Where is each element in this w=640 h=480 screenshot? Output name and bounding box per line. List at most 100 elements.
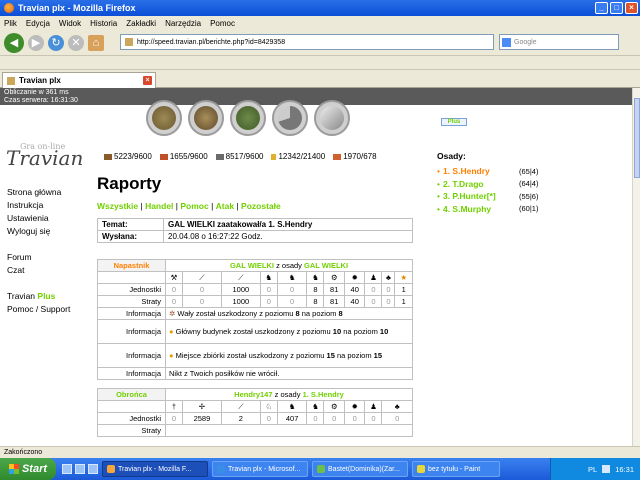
back-arrow-icon[interactable]: ◀ xyxy=(4,32,24,53)
village-name[interactable]: 1. S.Hendry xyxy=(443,165,519,178)
close-button[interactable]: × xyxy=(625,2,638,14)
filter-attack[interactable]: Atak xyxy=(216,201,234,211)
travian-logo[interactable]: Gra on-line Travian xyxy=(6,142,83,170)
attacker-units-row: Jednostki 0 0 1000 0 0 8 81 40 0 0 1 xyxy=(97,283,413,296)
task-firefox[interactable]: Travian plx - Mozilla F... xyxy=(102,461,208,477)
unit-count: 0 xyxy=(381,283,396,296)
clock: 16:31 xyxy=(615,464,634,474)
forward-arrow-icon[interactable]: ▶ xyxy=(28,34,44,51)
defender-player-link[interactable]: Hendry147 xyxy=(234,390,272,399)
maximize-button[interactable]: □ xyxy=(610,2,623,14)
firefox-icon xyxy=(107,465,115,473)
menu-file[interactable]: Plik xyxy=(4,19,17,28)
info-label: Informacja xyxy=(97,319,166,344)
menu-forum-link[interactable]: Forum xyxy=(7,251,70,264)
task-ie[interactable]: Travian plx - Microsof... xyxy=(212,461,308,477)
clay-value: 1655/9600 xyxy=(169,152,208,161)
messenger-icon xyxy=(317,465,325,473)
village-item[interactable]: • 1. S.Hendry (65|4) xyxy=(437,165,555,178)
attacker-player-link[interactable]: GAL WIELKI xyxy=(230,261,274,270)
losses-label: Straty xyxy=(97,424,166,437)
reports-icon[interactable] xyxy=(314,100,350,136)
defender-losses-row: Straty xyxy=(97,424,413,437)
search-input[interactable]: Google xyxy=(499,34,619,50)
site-favicon-icon xyxy=(125,38,133,46)
plus-button[interactable]: Plus xyxy=(441,118,467,126)
minimize-button[interactable]: _ xyxy=(595,2,608,14)
praetorian-icon: ✢ xyxy=(181,400,222,413)
iron-icon xyxy=(215,153,224,160)
village-overview-icon[interactable] xyxy=(146,100,182,136)
village-name[interactable]: 3. P.Hunter[*] xyxy=(443,190,519,203)
status-text: Zakończono xyxy=(4,449,43,456)
villages-panel: Osady: • 1. S.Hendry (65|4) • 2. T.Drago… xyxy=(437,151,555,215)
catapult-icon: ✹ xyxy=(343,271,366,284)
bookmarks-toolbar xyxy=(0,56,640,70)
loss-count: 8 xyxy=(306,295,325,308)
quick-launch-icon[interactable] xyxy=(88,464,98,474)
menu-help[interactable]: Pomoc xyxy=(210,19,235,28)
filter-other[interactable]: Pozostałe xyxy=(241,201,281,211)
menu-chat-link[interactable]: Czat xyxy=(7,264,70,277)
menu-view[interactable]: Widok xyxy=(59,19,81,28)
filter-all[interactable]: Wszystkie xyxy=(97,201,138,211)
tab-travian[interactable]: Travian plx × xyxy=(2,72,156,88)
menu-logout-link[interactable]: Wyloguj się xyxy=(7,225,70,238)
language-indicator[interactable]: PL xyxy=(588,465,597,474)
info-label: Informacja xyxy=(97,307,166,320)
ram-icon: ⚙ xyxy=(323,271,345,284)
quick-launch-icon[interactable] xyxy=(62,464,72,474)
home-icon[interactable]: ⌂ xyxy=(88,34,104,51)
map-icon[interactable] xyxy=(230,100,266,136)
info-row: Informacja ● Miejsce zbiórki został uszk… xyxy=(97,343,413,368)
task-paint[interactable]: bez tytułu - Paint xyxy=(412,461,500,477)
url-bar[interactable]: http://speed.travian.pl/berichte.php?id=… xyxy=(120,34,494,50)
scrollbar-thumb[interactable] xyxy=(634,98,640,178)
village-item[interactable]: • 2. T.Drago (64|4) xyxy=(437,178,555,191)
unit-count: 0 xyxy=(276,283,308,296)
travian-word: Travian xyxy=(7,291,36,301)
menu-support-link[interactable]: Pomoc / Support xyxy=(7,303,70,316)
filter-help[interactable]: Pomoc xyxy=(180,201,208,211)
village-item[interactable]: • 4. S.Murphy (60|1) xyxy=(437,203,555,216)
menu-home-link[interactable]: Strona główna xyxy=(7,186,70,199)
village-name[interactable]: 2. T.Drago xyxy=(443,178,519,191)
losses-label: Straty xyxy=(97,295,166,308)
info-text: ✲ Wały został uszkodzony z poziomu 8 na … xyxy=(165,307,413,320)
vertical-scrollbar[interactable] xyxy=(632,88,640,446)
teuton-knight-icon: ♞ xyxy=(306,271,325,284)
tray-icon[interactable] xyxy=(602,465,611,473)
menu-history[interactable]: Historia xyxy=(90,19,117,28)
unit-count: 81 xyxy=(323,283,345,296)
ie-icon xyxy=(217,465,225,473)
menu-settings-link[interactable]: Ustawienia xyxy=(7,212,70,225)
info-row: Informacja ● Główny budynek został uszko… xyxy=(97,319,413,344)
menu-instructions-link[interactable]: Instrukcja xyxy=(7,199,70,212)
village-item[interactable]: • 3. P.Hunter[*] (55|6) xyxy=(437,190,555,203)
menu-travian-plus-link[interactable]: Travian Plus xyxy=(7,290,70,303)
info-row: Informacja ✲ Wały został uszkodzony z po… xyxy=(97,307,413,320)
resource-iron: 8517/9600 xyxy=(215,152,263,161)
task-messenger[interactable]: Bastet(Dominika)(Zar... xyxy=(312,461,408,477)
villages-list: • 1. S.Hendry (65|4) • 2. T.Drago (64|4)… xyxy=(437,165,555,215)
statistics-icon[interactable] xyxy=(272,100,308,136)
attacker-table: Napastnik GAL WIELKI z osady GAL WIELKI … xyxy=(97,259,413,437)
loss-count: 1000 xyxy=(220,295,261,308)
tab-close-icon[interactable]: × xyxy=(143,76,152,85)
paint-icon xyxy=(417,465,425,473)
village-name[interactable]: 4. S.Murphy xyxy=(443,203,519,216)
menu-tools[interactable]: Narzędzia xyxy=(165,19,201,28)
search-placeholder: Google xyxy=(514,38,537,46)
defender-village-link[interactable]: 1. S.Hendry xyxy=(303,390,344,399)
page-title: Raporty xyxy=(97,174,162,193)
quick-launch-icon[interactable] xyxy=(75,464,85,474)
stop-icon[interactable]: ✕ xyxy=(68,34,84,51)
filter-trade[interactable]: Handel xyxy=(145,201,173,211)
loss-count: 40 xyxy=(343,295,366,308)
village-center-icon[interactable] xyxy=(188,100,224,136)
start-button[interactable]: Start xyxy=(0,458,56,480)
attacker-village-link[interactable]: GAL WIELKI xyxy=(304,261,348,270)
menu-bookmarks[interactable]: Zakładki xyxy=(126,19,156,28)
menu-edit[interactable]: Edycja xyxy=(26,19,50,28)
reload-icon[interactable]: ↻ xyxy=(48,34,64,51)
